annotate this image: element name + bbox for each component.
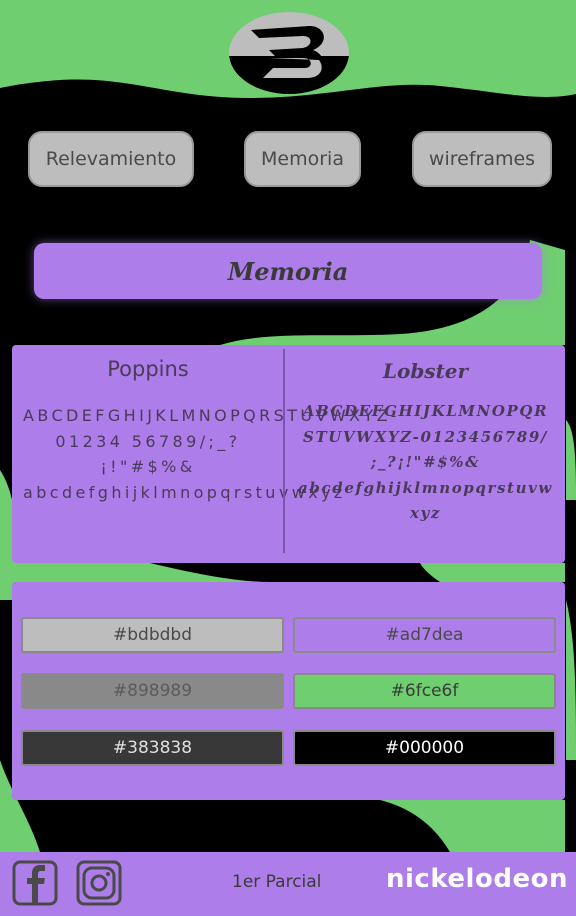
primary-font-column: Poppins ABCDEFGHIJKLMNOPQRSTUVWXYZ-01234… xyxy=(12,345,400,563)
color-palette-panel: #bdbdbd #ad7dea #898989 #6fce6f #383838 … xyxy=(12,582,565,800)
primary-font-name: Poppins xyxy=(107,357,189,381)
swatch-bdbdbd: #bdbdbd xyxy=(21,617,284,653)
instagram-icon[interactable] xyxy=(76,860,122,906)
secondary-font-name: Lobster xyxy=(382,359,469,383)
footer: 1er Parcial nickelodeon xyxy=(0,852,576,916)
swatch-898989: #898989 xyxy=(21,673,284,709)
swatch-383838: #383838 xyxy=(21,730,284,766)
font-column-divider xyxy=(283,349,285,553)
nickelodeon-logo: nickelodeon xyxy=(386,864,568,894)
primary-font-sample: ABCDEFGHIJKLMNOPQRSTUVWXYZ-01234 56789/;… xyxy=(23,406,400,502)
secondary-font-sample: ABCDEFGHIJKLMNOPQR STUVWXYZ-0123456789/ … xyxy=(298,402,553,522)
facebook-icon[interactable] xyxy=(12,860,58,906)
swatch-000000: #000000 xyxy=(293,730,556,766)
footer-label: 1er Parcial xyxy=(232,872,322,892)
typography-panel: Poppins ABCDEFGHIJKLMNOPQRSTUVWXYZ-01234… xyxy=(12,345,565,563)
nav-relevamiento-button[interactable]: Relevamiento xyxy=(28,131,194,187)
section-title-banner: Memoria xyxy=(34,243,542,299)
swatch-ad7dea: #ad7dea xyxy=(293,617,556,653)
swatch-6fce6f: #6fce6f xyxy=(293,673,556,709)
secondary-font-column: Lobster ABCDEFGHIJKLMNOPQR STUVWXYZ-0123… xyxy=(286,345,565,563)
nav-memoria-button[interactable]: Memoria xyxy=(244,131,361,187)
nav-wireframes-button[interactable]: wireframes xyxy=(412,131,552,187)
logo xyxy=(229,12,349,94)
